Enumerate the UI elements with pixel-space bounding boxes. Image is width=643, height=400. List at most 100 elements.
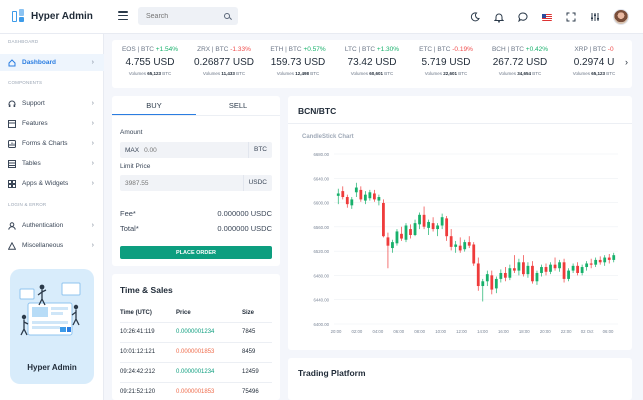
ticker-next-icon[interactable]: › xyxy=(625,57,628,67)
sidebar-item-label: Forms & Charts xyxy=(22,140,68,147)
chevron-right-icon: › xyxy=(91,59,94,66)
ticker-price: 0.2974 U xyxy=(573,57,615,68)
tab-sell[interactable]: SELL xyxy=(196,96,280,115)
ticker-pair: LTC | BTC +1.30% xyxy=(344,46,400,53)
chevron-right-icon: › xyxy=(91,180,94,187)
cell-time: 09:21:52:120 xyxy=(120,382,176,400)
flag-us-icon[interactable] xyxy=(541,11,553,23)
candle-body xyxy=(413,223,417,235)
sidebar-item-tables[interactable]: Tables › xyxy=(0,155,104,172)
ticker-volume: Volumes 22,601 BTC xyxy=(424,71,468,76)
x-tick-label: 16:00 xyxy=(498,329,509,334)
sidebar-item-apps-widgets[interactable]: Apps & Widgets › xyxy=(0,175,104,192)
table-row[interactable]: 10:26:41:119 0.0000001234 7845 xyxy=(120,322,272,343)
column-header-time: Time (UTC) xyxy=(120,305,176,323)
candle-body xyxy=(372,193,376,200)
candle-body xyxy=(409,229,412,235)
ticker-strip: EOS | BTC +1.54% 4.755 USD Volumes 65,123 … xyxy=(112,40,632,88)
settings-sliders-icon[interactable] xyxy=(589,11,601,23)
candle-body xyxy=(549,264,552,272)
candle-body xyxy=(517,262,521,271)
candle-body xyxy=(377,197,381,201)
amount-input[interactable] xyxy=(144,146,248,154)
candle-body xyxy=(526,265,530,275)
sidebar-item-forms-charts[interactable]: Forms & Charts › xyxy=(0,135,104,152)
chevron-right-icon: › xyxy=(91,242,94,249)
search-box[interactable] xyxy=(138,7,238,25)
limit-price-input[interactable] xyxy=(120,179,243,187)
ticker-price: 0.26877 USD xyxy=(193,57,255,68)
column-header-size: Size xyxy=(242,305,272,323)
x-tick-label: 22:00 xyxy=(561,329,572,334)
ticker-price: 4.755 USD xyxy=(125,57,175,68)
candle-body xyxy=(508,268,512,278)
sidebar-item-support[interactable]: Support › xyxy=(0,95,104,112)
sidebar-item-miscellaneous[interactable]: Miscellaneous › xyxy=(0,237,104,254)
candle-body xyxy=(454,244,458,247)
candle-body xyxy=(350,199,354,206)
home-icon xyxy=(8,58,16,67)
ticker-item[interactable]: BCH | BTC +0.42% 267.72 USD Volumes 34,654… xyxy=(486,46,554,76)
max-button[interactable]: MAX xyxy=(120,147,144,154)
candle-body xyxy=(490,275,494,290)
search-input[interactable] xyxy=(146,12,224,20)
cell-size: 8459 xyxy=(242,342,272,363)
candle-body xyxy=(418,214,421,225)
table-row[interactable]: 09:21:52:120 0.0000001853 75496 xyxy=(120,382,272,400)
sidebar-item-features[interactable]: Features › xyxy=(0,115,104,132)
ticker-pair: ETH | BTC +0.57% xyxy=(270,46,326,53)
chat-icon[interactable] xyxy=(517,11,529,23)
ticker-item[interactable]: ETC | BTC -0.19% 5.719 USD Volumes 22,601 … xyxy=(412,46,480,76)
ticker-item[interactable]: XRP | BTC -0 0.2974 U Volumes 65,123 BTC xyxy=(560,46,628,76)
menu-toggle-icon[interactable] xyxy=(118,11,128,20)
x-tick-label: 02 Oct xyxy=(581,329,594,334)
candle-body xyxy=(571,265,575,271)
candle-body xyxy=(522,262,525,275)
ticker-item[interactable]: ETH | BTC +0.57% 159.73 USD Volumes 12,498… xyxy=(264,46,332,76)
amount-unit: BTC xyxy=(248,142,272,158)
candle-body xyxy=(503,272,507,278)
candle-body xyxy=(567,270,570,279)
y-tick-label: 6480.00 xyxy=(313,273,329,278)
ticker-item[interactable]: ZRX | BTC -1.33% 0.26877 USD Volumes 11,43… xyxy=(190,46,258,76)
top-header: Hyper Admin xyxy=(0,0,643,34)
tab-buy[interactable]: BUY xyxy=(112,96,196,115)
candle-body xyxy=(368,192,372,199)
table-row[interactable]: 09:24:42:212 0.0000001234 12459 xyxy=(120,362,272,383)
fullscreen-icon[interactable] xyxy=(565,11,577,23)
candle-body xyxy=(458,245,462,251)
amount-field: MAX BTC xyxy=(120,142,272,158)
section-label-login-error: LOGIN & ERROR xyxy=(8,202,47,207)
sidebar-item-label: Apps & Widgets xyxy=(22,180,69,187)
user-avatar[interactable] xyxy=(613,9,629,25)
brand[interactable]: Hyper Admin xyxy=(12,9,93,23)
promo-card[interactable]: Hyper Admin xyxy=(10,269,94,384)
candle-body xyxy=(382,202,385,237)
time-sales-title: Time & Sales xyxy=(120,285,173,295)
candle-body xyxy=(363,194,367,201)
ticker-item[interactable]: EOS | BTC +1.54% 4.755 USD Volumes 65,123 … xyxy=(116,46,184,76)
chart-card-title: BCN/BTC xyxy=(298,106,337,116)
sidebar-item-label: Support xyxy=(22,100,45,107)
ticker-volume: Volumes 65,123 BTC xyxy=(128,71,172,76)
candle-body xyxy=(359,189,363,200)
candle-body xyxy=(576,265,580,273)
sidebar-item-authentication[interactable]: Authentication › xyxy=(0,217,104,234)
sidebar-item-dashboard[interactable]: Dashboard › xyxy=(0,54,104,71)
search-icon[interactable] xyxy=(224,13,230,19)
place-order-button[interactable]: PLACE ORDER xyxy=(120,246,272,259)
ticker-volume: Volumes 60,601 BTC xyxy=(350,71,394,76)
moon-icon[interactable] xyxy=(469,11,481,23)
ticker-item[interactable]: LTC | BTC +1.30% 73.42 USD Volumes 60,601 … xyxy=(338,46,406,76)
x-tick-label: 20:00 xyxy=(540,329,551,334)
y-tick-label: 6520.00 xyxy=(313,249,329,254)
bell-icon[interactable] xyxy=(493,11,505,23)
ticker-pair: ZRX | BTC -1.33% xyxy=(197,46,251,53)
candle-body xyxy=(612,255,616,260)
fee-row: Fee* 0.000000 USDC xyxy=(120,209,272,218)
candlestick-chart[interactable]: CandleStick Chart 6680.00 6640.00 6600.00 65… xyxy=(288,124,632,350)
candle-body xyxy=(436,225,440,230)
ticker-volume: Volumes 12,498 BTC xyxy=(276,71,320,76)
table-row[interactable]: 10:01:12:121 0.0000001853 8459 xyxy=(120,342,272,363)
chevron-right-icon: › xyxy=(91,160,94,167)
